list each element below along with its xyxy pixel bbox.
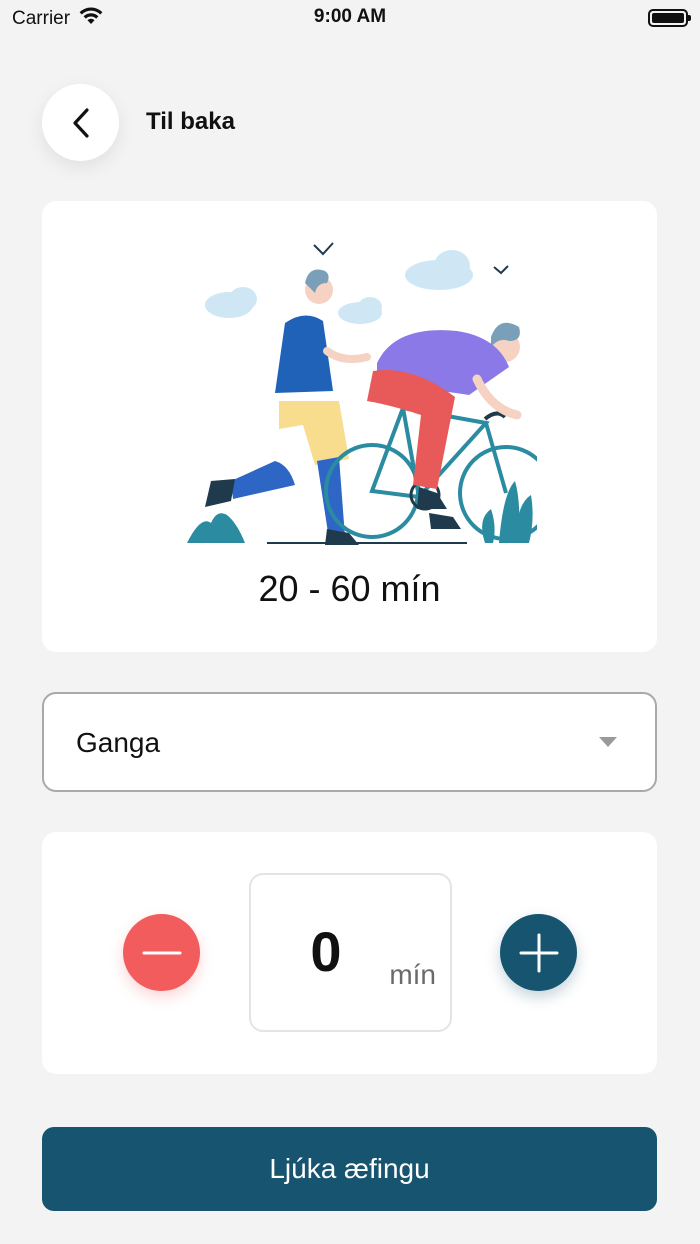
back-button[interactable] bbox=[42, 84, 119, 161]
activity-select-value: Ganga bbox=[76, 727, 161, 758]
caret-down-icon bbox=[599, 737, 617, 747]
back-label[interactable]: Til baka bbox=[146, 108, 235, 136]
activity-hero-card: 20 - 60 mín bbox=[42, 201, 657, 652]
battery-full-icon bbox=[648, 9, 691, 27]
increment-button[interactable] bbox=[500, 914, 577, 991]
runner-and-cyclist-illustration bbox=[187, 242, 537, 545]
chevron-left-icon bbox=[72, 107, 89, 138]
duration-value-box[interactable]: 0 mín bbox=[249, 873, 452, 1032]
finish-exercise-button[interactable]: Ljúka æfingu bbox=[42, 1127, 657, 1211]
minus-icon bbox=[142, 951, 181, 954]
status-time: 9:00 AM bbox=[313, 6, 387, 27]
decrement-button[interactable] bbox=[123, 914, 200, 991]
duration-label: 20 - 60 mín bbox=[258, 568, 441, 609]
activity-select[interactable]: Ganga bbox=[42, 692, 657, 792]
plus-icon bbox=[519, 933, 558, 972]
status-bar: Carrier 9:00 AM bbox=[0, 0, 700, 40]
duration-value: 0 bbox=[310, 920, 342, 983]
duration-stepper-card: 0 mín bbox=[42, 832, 657, 1074]
duration-unit: mín bbox=[389, 959, 436, 990]
